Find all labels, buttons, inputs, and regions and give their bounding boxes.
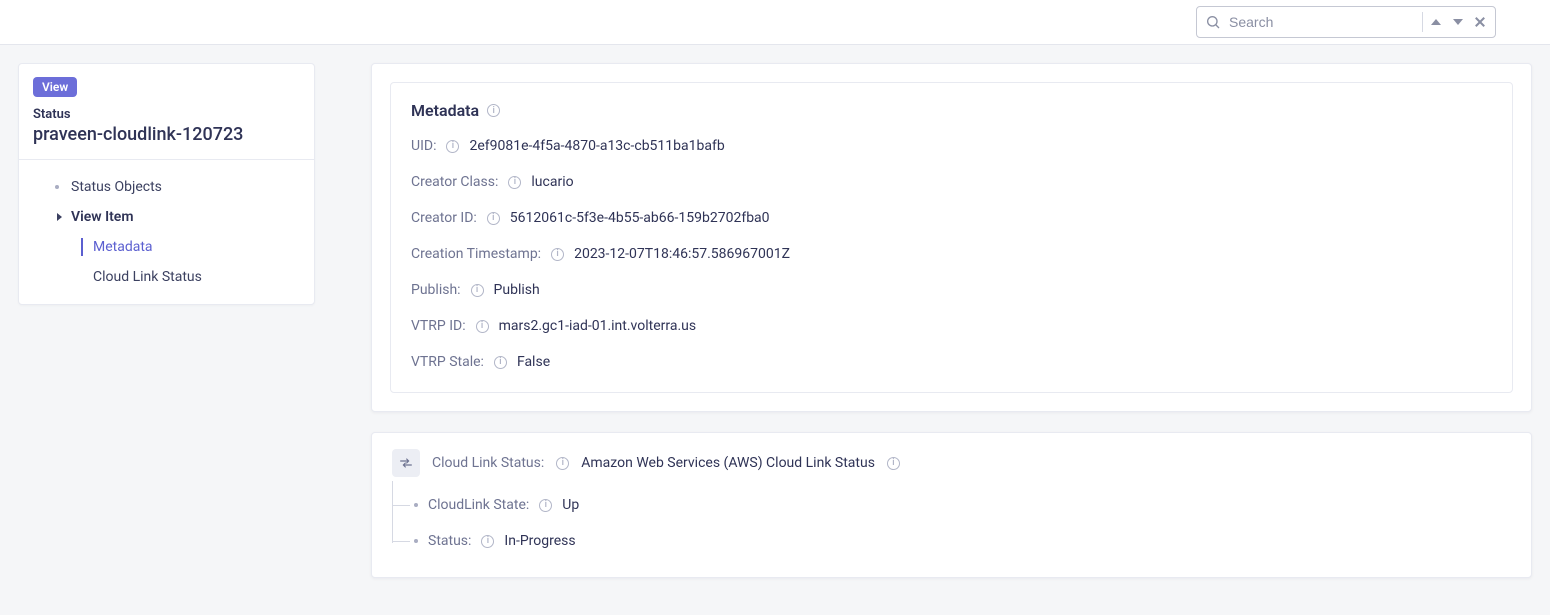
metadata-card: Metadata i UID: i 2ef9081e-4f5a-4870-a13… [371,63,1532,412]
view-badge: View [33,77,77,97]
field-label: CloudLink State: [428,497,529,513]
info-icon[interactable]: i [487,212,500,225]
chevron-down-icon [1453,19,1463,25]
field-creator-class: Creator Class: i lucario [411,174,1492,190]
info-icon[interactable]: i [481,535,494,548]
field-cloudlink-state: CloudLink State: i Up [406,487,1511,523]
sidebar-header: View Status praveen-cloudlink-120723 [19,64,314,160]
info-icon[interactable]: i [471,284,484,297]
search-close-button[interactable] [1473,15,1487,29]
swap-icon-box[interactable] [392,449,420,477]
field-creation-timestamp: Creation Timestamp: i 2023-12-07T18:46:5… [411,246,1492,262]
info-icon[interactable]: i [494,356,507,369]
close-icon [1474,16,1486,28]
metadata-heading: Metadata i [411,101,1492,120]
info-icon[interactable]: i [508,176,521,189]
cloud-link-status-value: Amazon Web Services (AWS) Cloud Link Sta… [581,455,875,471]
search-input[interactable] [1229,14,1416,30]
field-vtrp-id: VTRP ID: i mars2.gc1-iad-01.int.volterra… [411,318,1492,334]
info-icon[interactable]: i [556,457,569,470]
field-label: Creator Class: [411,174,498,190]
field-publish: Publish: i Publish [411,282,1492,298]
field-value: mars2.gc1-iad-01.int.volterra.us [499,318,697,334]
field-value: 2023-12-07T18:46:57.586967001Z [574,246,790,262]
top-bar [0,0,1550,45]
field-vtrp-stale: VTRP Stale: i False [411,354,1492,370]
sidebar-tree: Status Objects View Item Metadata Cloud … [19,160,314,304]
cloud-link-status-header: Cloud Link Status: i Amazon Web Services… [392,445,1511,487]
sidebar: View Status praveen-cloudlink-120723 Sta… [18,63,315,305]
search-icon [1205,14,1221,30]
search-divider [1422,12,1423,32]
cloud-link-status-tree: CloudLink State: i Up Status: i In-Progr… [392,487,1511,559]
sidebar-item-label: Metadata [93,239,153,255]
field-uid: UID: i 2ef9081e-4f5a-4870-a13c-cb511ba1b… [411,138,1492,154]
sidebar-item-cloud-link-status[interactable]: Cloud Link Status [19,262,314,292]
info-icon[interactable]: i [539,499,552,512]
sidebar-item-metadata[interactable]: Metadata [19,232,314,262]
field-label: UID: [411,138,436,154]
info-icon[interactable]: i [551,248,564,261]
field-label: Status: [428,533,471,549]
search-prev-button[interactable] [1429,15,1443,29]
info-icon[interactable]: i [476,320,489,333]
info-icon[interactable]: i [446,140,459,153]
sidebar-item-label: View Item [71,209,134,225]
sidebar-status-label: Status [33,107,300,122]
field-value: Publish [494,282,540,298]
sidebar-item-label: Status Objects [71,179,162,195]
cloud-link-status-label: Cloud Link Status: [432,455,544,471]
field-value: In-Progress [504,533,575,549]
swap-icon [398,455,414,471]
field-label: Publish: [411,282,461,298]
field-value: lucario [531,174,573,190]
field-value: 5612061c-5f3e-4b55-ab66-159b2702fba0 [510,210,770,226]
field-value: False [517,354,550,370]
sidebar-item-status-objects[interactable]: Status Objects [19,172,314,202]
main-content: Metadata i UID: i 2ef9081e-4f5a-4870-a13… [371,63,1532,578]
bullet-icon [414,503,418,507]
sidebar-item-view-item[interactable]: View Item [19,202,314,232]
info-icon[interactable]: i [887,457,900,470]
search-next-button[interactable] [1451,15,1465,29]
field-cloudlink-status: Status: i In-Progress [406,523,1511,559]
field-label: Creation Timestamp: [411,246,541,262]
bullet-icon [414,539,418,543]
field-value: Up [562,497,579,513]
search-box[interactable] [1196,6,1496,38]
metadata-heading-text: Metadata [411,101,479,120]
field-label: Creator ID: [411,210,477,226]
field-creator-id: Creator ID: i 5612061c-5f3e-4b55-ab66-15… [411,210,1492,226]
field-label: VTRP ID: [411,318,466,334]
sidebar-item-label: Cloud Link Status [93,269,202,285]
info-icon[interactable]: i [487,104,500,117]
cloud-link-status-card: Cloud Link Status: i Amazon Web Services… [371,432,1532,578]
sidebar-title: praveen-cloudlink-120723 [33,124,300,145]
chevron-up-icon [1431,19,1441,25]
field-label: VTRP Stale: [411,354,484,370]
active-indicator [81,238,83,256]
bullet-icon [55,185,59,189]
field-value: 2ef9081e-4f5a-4870-a13c-cb511ba1bafb [469,138,724,154]
